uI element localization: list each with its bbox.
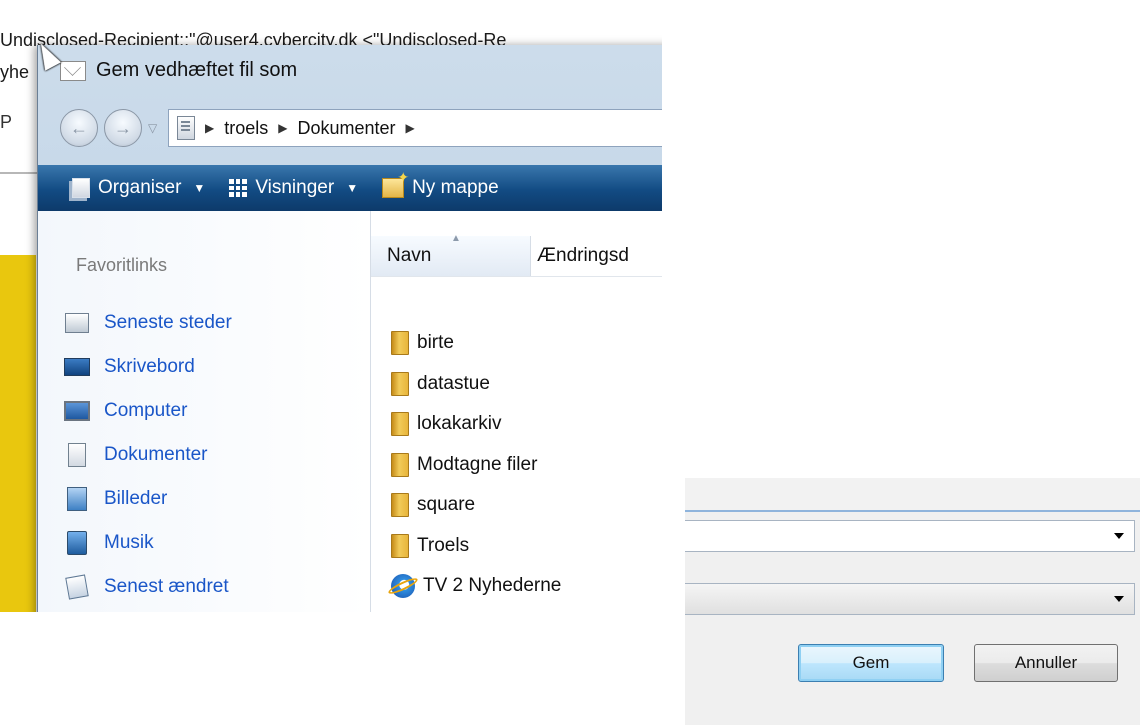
favorite-music[interactable]: Musik — [64, 521, 232, 565]
organise-icon — [72, 178, 90, 198]
new-folder-button[interactable]: Ny mappe — [382, 169, 499, 199]
chevron-down-icon[interactable] — [1114, 596, 1124, 602]
dropdown-caret-icon: ▼ — [346, 181, 359, 195]
column-header-name[interactable]: ▲ Navn — [371, 233, 531, 276]
favorites-list: Seneste steder Skrivebord Computer Dokum… — [64, 301, 232, 609]
forward-arrow-icon: → — [114, 117, 132, 138]
sort-ascending-icon: ▲ — [451, 233, 461, 244]
column-name-label: Navn — [387, 245, 432, 266]
background-attachment-fragment: P — [0, 112, 13, 132]
file-name: lokakarkiv — [417, 413, 502, 435]
favorite-label: Seneste steder — [104, 312, 232, 333]
list-item[interactable]: datastue — [391, 364, 561, 405]
navigation-row: ← → ▽ ▶ troels ▶ Dokumenter ▶ — [60, 107, 662, 149]
favorite-recently-changed[interactable]: Senest ændret — [64, 565, 232, 609]
dialog-footer-crop: Gem Annuller — [685, 478, 1140, 725]
computer-icon — [64, 399, 90, 423]
folder-icon — [391, 412, 409, 437]
views-label: Visninger — [255, 177, 335, 198]
background-divider — [0, 172, 40, 174]
column-header-date[interactable]: Ændringsd — [537, 236, 629, 276]
favorite-label: Computer — [104, 400, 188, 421]
breadcrumb-troels[interactable]: troels — [224, 118, 268, 139]
folder-icon — [391, 493, 409, 518]
filetype-combobox[interactable] — [685, 583, 1135, 615]
background-yellow-panel — [0, 255, 36, 612]
mail-attachment-icon — [60, 60, 86, 81]
favorite-pictures[interactable]: Billeder — [64, 477, 232, 521]
command-toolbar: Organiser ▼ Visninger ▼ Ny mappe — [38, 165, 662, 211]
list-item[interactable]: birte — [391, 323, 561, 364]
documents-icon — [64, 443, 90, 467]
organise-button[interactable]: Organiser ▼ — [72, 177, 205, 199]
favorites-pane: Favoritlinks Seneste steder Skrivebord C… — [38, 211, 371, 612]
favorite-label: Dokumenter — [104, 444, 208, 465]
file-name: TV 2 Nyhederne — [423, 575, 562, 597]
dialog-title: Gem vedhæftet fil som — [96, 59, 298, 81]
folder-icon — [391, 331, 409, 356]
recent-locations-dropdown[interactable]: ▽ — [148, 121, 157, 135]
chevron-down-icon[interactable] — [1114, 533, 1124, 539]
favorite-label: Musik — [104, 532, 154, 553]
save-dialog-crop: Undisclosed-Recipient:;"@user4.cybercity… — [0, 0, 662, 612]
favorite-label: Billeder — [104, 488, 168, 509]
organise-label: Organiser — [98, 177, 182, 198]
folder-icon — [391, 452, 409, 477]
favorite-computer[interactable]: Computer — [64, 389, 232, 433]
file-list: birte datastue lokakarkiv Modtagne filer… — [391, 323, 561, 607]
list-item[interactable]: Modtagne filer — [391, 445, 561, 486]
file-name: Modtagne filer — [417, 453, 538, 475]
back-arrow-icon: ← — [70, 117, 88, 138]
footer-top-area — [685, 478, 1140, 510]
recent-places-icon — [64, 311, 90, 335]
filename-combobox[interactable] — [685, 520, 1135, 552]
views-button[interactable]: Visninger ▼ — [229, 177, 358, 199]
back-button[interactable]: ← — [60, 109, 98, 147]
column-headers: ▲ Navn Ændringsd — [371, 233, 662, 277]
new-folder-icon — [382, 169, 409, 198]
list-item[interactable]: TV 2 Nyhederne — [391, 566, 561, 607]
screenshot-stage: Undisclosed-Recipient:;"@user4.cybercity… — [0, 0, 1140, 725]
favorite-desktop[interactable]: Skrivebord — [64, 345, 232, 389]
favorite-label: Senest ændret — [104, 576, 229, 597]
address-bar[interactable]: ▶ troels ▶ Dokumenter ▶ — [168, 109, 662, 147]
desktop-icon — [64, 355, 90, 379]
cancel-button[interactable]: Annuller — [974, 644, 1118, 682]
list-item[interactable]: Troels — [391, 526, 561, 567]
save-button[interactable]: Gem — [798, 644, 944, 682]
file-name: birte — [417, 332, 454, 354]
file-name: Troels — [417, 534, 470, 556]
recently-changed-icon — [64, 574, 90, 600]
views-grid-icon — [229, 179, 248, 197]
list-item[interactable]: lokakarkiv — [391, 404, 561, 445]
favorites-header: Favoritlinks — [76, 255, 168, 275]
file-name: square — [417, 494, 476, 516]
dropdown-caret-icon: ▼ — [193, 181, 206, 195]
favorite-recent-places[interactable]: Seneste steder — [64, 301, 232, 345]
column-date-label: Ændringsd — [537, 245, 629, 266]
dialog-title-bar: Gem vedhæftet fil som — [60, 59, 297, 82]
breadcrumb-chevron-icon[interactable]: ▶ — [278, 121, 287, 135]
favorite-label: Skrivebord — [104, 356, 195, 377]
music-icon — [64, 531, 90, 555]
internet-explorer-icon — [391, 574, 415, 599]
breadcrumb-dokumenter[interactable]: Dokumenter — [297, 118, 395, 139]
pictures-icon — [64, 487, 90, 511]
folder-icon — [391, 371, 409, 396]
favorite-documents[interactable]: Dokumenter — [64, 433, 232, 477]
folder-icon — [391, 533, 409, 558]
footer-separator — [685, 510, 1140, 512]
file-list-pane: ▲ Navn Ændringsd birte datastue lokakark… — [371, 211, 662, 612]
forward-button[interactable]: → — [104, 109, 142, 147]
documents-folder-icon — [177, 116, 195, 140]
background-subject-fragment: yhe — [0, 62, 30, 82]
breadcrumb-chevron-icon[interactable]: ▶ — [406, 121, 415, 135]
breadcrumb-chevron-icon[interactable]: ▶ — [205, 121, 214, 135]
list-item[interactable]: square — [391, 485, 561, 526]
save-attachment-dialog: Gem vedhæftet fil som ← → ▽ ▶ troels ▶ D… — [37, 45, 662, 612]
new-folder-label: Ny mappe — [412, 177, 499, 198]
file-name: datastue — [417, 372, 490, 394]
dialog-body: Favoritlinks Seneste steder Skrivebord C… — [38, 211, 662, 612]
